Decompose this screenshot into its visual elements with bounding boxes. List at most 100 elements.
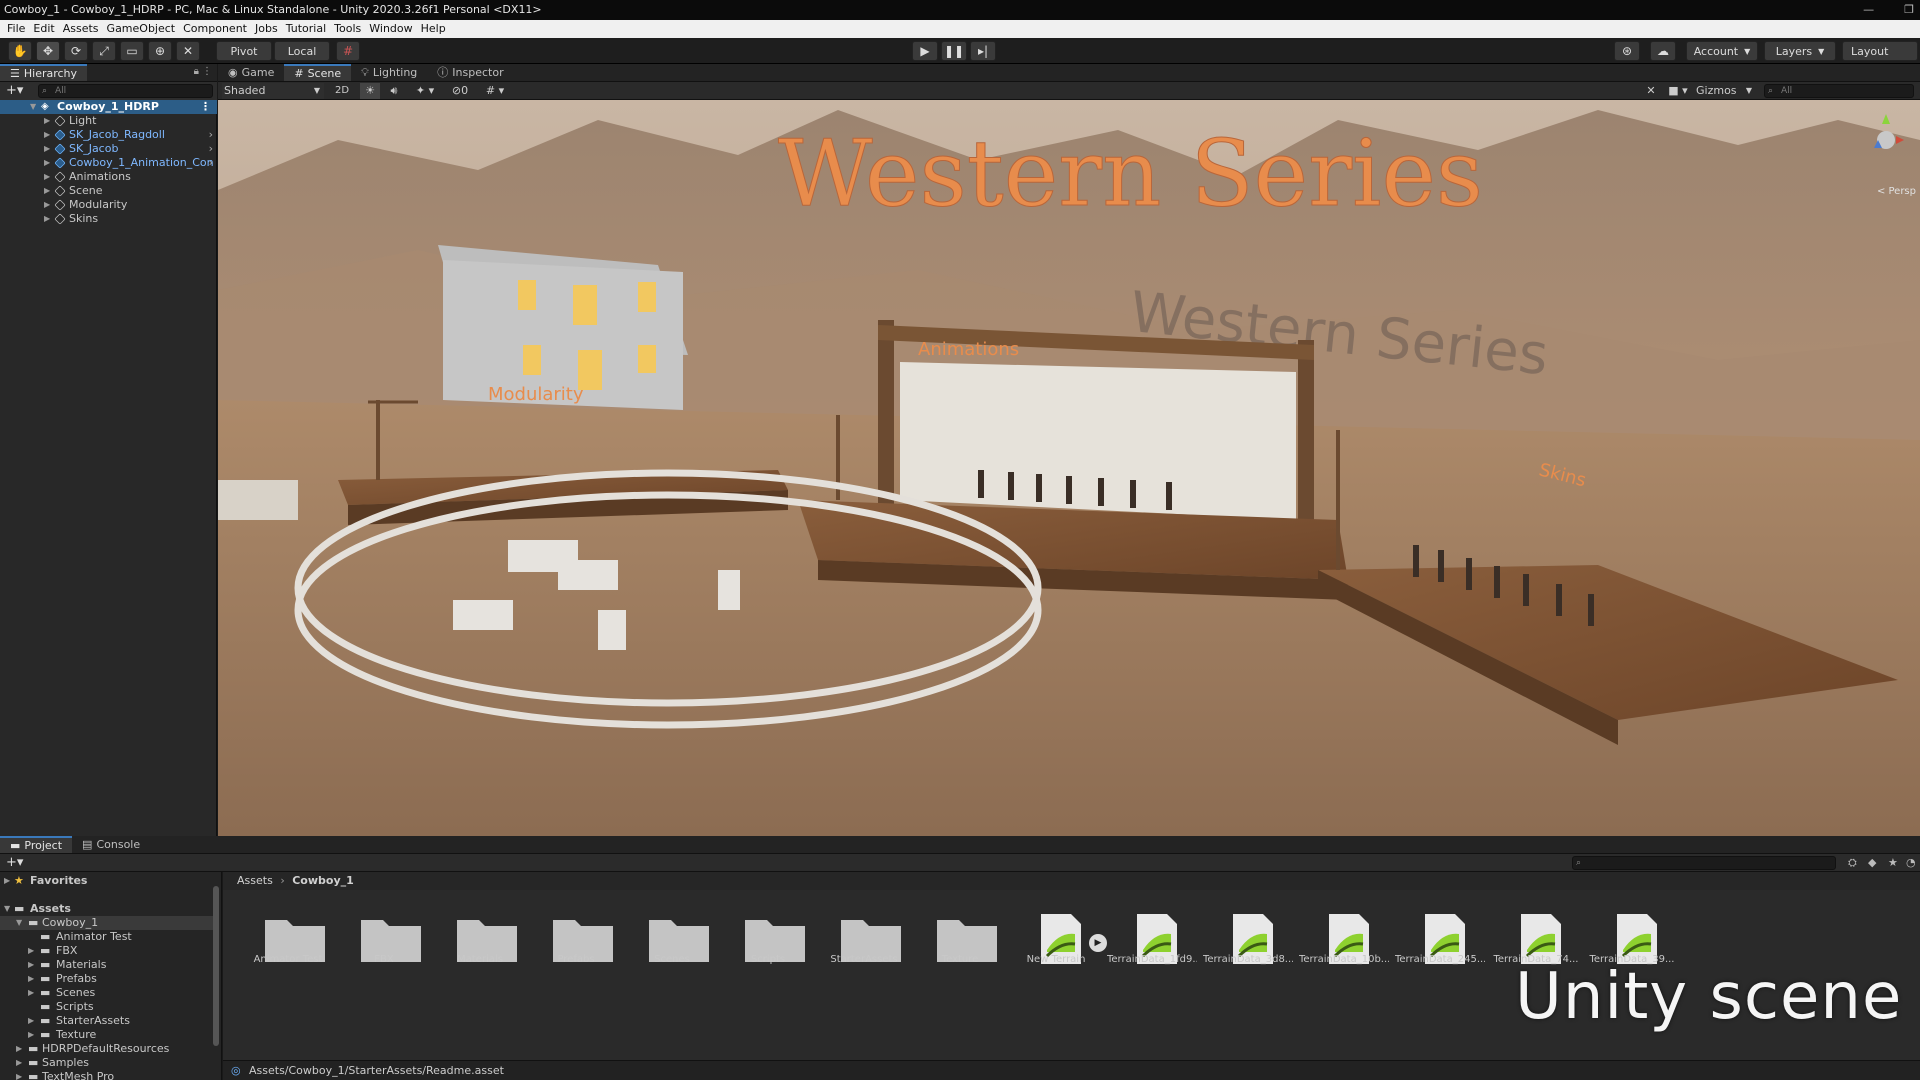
hidden-packages-icon[interactable]: ◔ [1906,856,1916,869]
menu-help[interactable]: Help [418,20,451,38]
local-toggle[interactable]: Local [274,41,330,61]
expand-arrow-icon[interactable]: ▼ [30,100,36,114]
collapse-arrow-icon[interactable]: ▶ [44,198,50,212]
asset-folder[interactable]: Scripts [723,872,813,982]
chevron-right-icon[interactable]: › [209,156,213,170]
project-tree-item[interactable]: ▬ Scripts [0,1000,217,1014]
hierarchy-item[interactable]: ▶ Light [0,114,217,128]
menu-tools[interactable]: Tools [331,20,366,38]
menu-assets[interactable]: Assets [60,20,104,38]
layout-dropdown[interactable]: Layout [1842,41,1918,61]
filter-by-label-icon[interactable]: ◆ [1868,856,1876,869]
hierarchy-scene-root[interactable]: ▼ ◈ Cowboy_1_HDRP ⋮ [0,100,217,114]
add-icon[interactable]: +▾ [6,854,23,872]
collapse-arrow-icon[interactable]: ▶ [28,972,34,986]
project-tree-item[interactable]: ▶ ▬ Samples [0,1056,217,1070]
collapse-arrow-icon[interactable]: ▶ [44,156,50,170]
gizmos-dropdown[interactable]: Gizmos ▼ [1696,83,1756,99]
hierarchy-item[interactable]: ▶ SK_Jacob › [0,142,217,156]
expand-subassets-icon[interactable]: ▶ [1089,934,1107,952]
rotate-tool-button[interactable]: ⟳ [64,41,88,61]
tools-toggle[interactable]: ✕ [1642,83,1660,99]
project-tree-item[interactable]: ▶ ▬ FBX [0,944,217,958]
hierarchy-item[interactable]: ▶ Animations [0,170,217,184]
asset-terrain[interactable]: TerrainData_3d8... [1203,872,1293,982]
lighting-toggle[interactable]: ☀ [360,83,380,99]
project-tree-item[interactable]: ▶ ▬ Texture [0,1028,217,1042]
favorites-section[interactable]: ▶ ★ Favorites [0,874,217,888]
tab-console[interactable]: ▤ Console [72,836,150,853]
kebab-menu-icon[interactable]: ⋮ [200,100,211,114]
menu-component[interactable]: Component [180,20,252,38]
tree-scrollbar[interactable] [213,886,219,1046]
collapse-arrow-icon[interactable]: ▶ [28,958,34,972]
collapse-arrow-icon[interactable]: ▶ [44,114,50,128]
asset-terrain[interactable]: New Terrain [1011,872,1101,982]
collapse-arrow-icon[interactable]: ▶ [44,170,50,184]
tab-scene[interactable]: # Scene [284,64,352,81]
collapse-arrow-icon[interactable]: ▶ [16,1070,22,1080]
asset-folder[interactable]: Prefabs [531,872,621,982]
expand-arrow-icon[interactable]: ▼ [16,916,22,930]
menu-jobs[interactable]: Jobs [252,20,283,38]
pause-button[interactable]: ❚❚ [941,41,967,61]
cloud-button[interactable]: ☁ [1650,41,1676,61]
restore-icon[interactable]: ❐ [1904,0,1914,20]
asset-folder[interactable]: FBX [339,872,429,982]
move-tool-button[interactable]: ✥ [36,41,60,61]
2d-toggle[interactable]: 2D [332,83,352,99]
tab-project[interactable]: ▬ Project [0,836,73,853]
tab-lighting[interactable]: 💡︎ Lighting [351,64,427,81]
tab-hierarchy[interactable]: ☰ Hierarchy [0,64,88,81]
chevron-right-icon[interactable]: › [209,142,213,156]
collapse-arrow-icon[interactable]: ▶ [16,1042,22,1056]
menu-edit[interactable]: Edit [30,20,59,38]
scale-tool-button[interactable]: ⤢ [92,41,116,61]
project-tree-item[interactable]: ▬ Animator Test [0,930,217,944]
shading-mode-dropdown[interactable]: Shaded ▼ [222,83,324,99]
collapse-arrow-icon[interactable]: ▶ [44,128,50,142]
collapse-arrow-icon[interactable]: ▶ [28,1014,34,1028]
menu-tutorial[interactable]: Tutorial [283,20,331,38]
kebab-menu-icon[interactable]: ⋮ [202,66,212,77]
hierarchy-search-input[interactable]: ⌕ All [38,84,213,98]
collapse-arrow-icon[interactable]: ▶ [28,944,34,958]
collapse-arrow-icon[interactable]: ▶ [28,986,34,1000]
project-tree-item[interactable]: ▶ ▬ HDRPDefaultResources [0,1042,217,1056]
filter-by-type-icon[interactable]: ⛭ [1848,856,1857,870]
layers-dropdown[interactable]: Layers ▼ [1764,41,1836,61]
favorite-star-icon[interactable]: ★ [1888,856,1898,869]
project-search-input[interactable]: ⌕ [1572,856,1836,870]
hierarchy-item[interactable]: ▶ Scene [0,184,217,198]
collapse-arrow-icon[interactable]: ▶ [44,212,50,226]
hierarchy-item[interactable]: ▶ Cowboy_1_Animation_Con › [0,156,217,170]
collapse-arrow-icon[interactable]: ▶ [44,184,50,198]
hidden-objects-toggle[interactable]: ⊘0 [446,83,474,99]
grid-toggle[interactable]: # ▾ [478,83,512,99]
add-icon[interactable]: +▾ [6,82,23,100]
collab-button[interactable]: ⊛ [1614,41,1640,61]
asset-folder[interactable]: Texture [915,872,1005,982]
lock-icon[interactable]: 🔒︎ [194,66,199,77]
asset-folder[interactable]: Materials [435,872,525,982]
hierarchy-item[interactable]: ▶ Skins [0,212,217,226]
menu-file[interactable]: File [4,20,30,38]
assets-root[interactable]: ▼ ▬ Assets [0,902,217,916]
persp-label[interactable]: < Persp [1877,186,1916,197]
menu-gameobject[interactable]: GameObject [104,20,181,38]
project-tree-item[interactable]: ▶ ▬ Materials [0,958,217,972]
project-tree-item[interactable]: ▼ ▬ Cowboy_1 [0,916,217,930]
asset-folder[interactable]: Animator Test [243,872,333,982]
effects-dropdown[interactable]: ✦ ▾ [408,83,442,99]
project-tree-item[interactable]: ▶ ▬ StarterAssets [0,1014,217,1028]
asset-terrain[interactable]: TerrainData_245... [1395,872,1485,982]
account-dropdown[interactable]: Account ▼ [1686,41,1758,61]
project-tree-item[interactable]: ▶ ▬ Scenes [0,986,217,1000]
hand-tool-button[interactable]: ✋ [8,41,32,61]
transform-tool-button[interactable]: ⊕ [148,41,172,61]
hierarchy-item[interactable]: ▶ Modularity [0,198,217,212]
scene-search-input[interactable]: ⌕ All [1764,84,1914,98]
grid-snap-button[interactable]: # [336,41,360,61]
step-button[interactable]: ▸| [970,41,996,61]
collapse-arrow-icon[interactable]: ▶ [28,1028,34,1042]
